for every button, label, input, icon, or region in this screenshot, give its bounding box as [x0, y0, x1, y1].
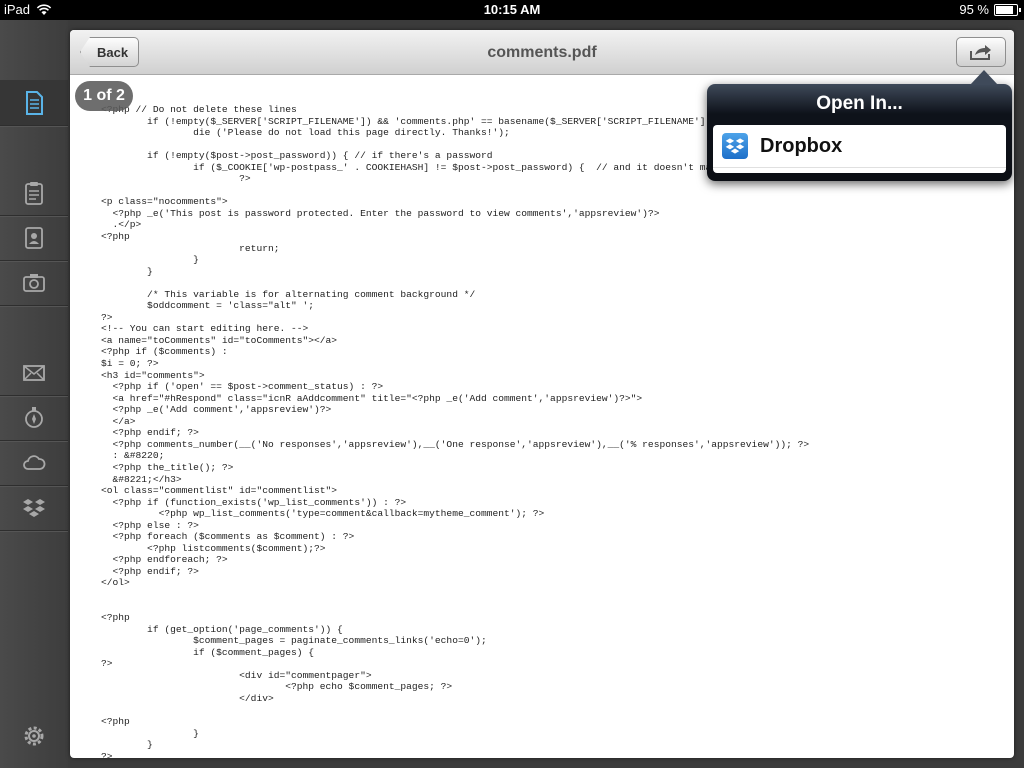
document-icon [26, 90, 43, 115]
code-line: $oddcomment = 'class="alt" '; [101, 300, 315, 312]
battery-fill [996, 5, 1014, 14]
page-indicator: 1 of 2 [75, 81, 133, 111]
popover-arrow [970, 70, 998, 85]
code-line: /* This variable is for alternating comm… [101, 288, 476, 300]
sidebar-item-cloud[interactable] [0, 440, 68, 486]
code-line: <?php _e('Add comment','appsreview')?> [101, 404, 332, 416]
dropbox-app-icon [722, 133, 748, 159]
code-line: <?php endif; ?> [101, 565, 199, 577]
settings-button[interactable] [0, 713, 68, 758]
code-line: } [101, 254, 199, 266]
compass-icon [25, 406, 43, 428]
sidebar-item-camera[interactable] [0, 260, 68, 306]
mail-icon [23, 364, 45, 381]
code-line: die ('Please do not load this page direc… [101, 127, 510, 139]
code-line: <?php else : ?> [101, 519, 199, 531]
code-line: <?php // Do not delete these lines [101, 104, 297, 115]
code-line: $i = 0; ?> [101, 358, 159, 370]
sidebar-item-document[interactable] [0, 80, 68, 126]
code-line: ?> [101, 658, 113, 670]
code-line: <?php comments_number(__('No responses',… [101, 438, 810, 450]
share-button[interactable] [956, 37, 1006, 67]
sidebar-item-mail[interactable] [0, 350, 68, 396]
battery-icon [994, 3, 1021, 16]
status-bar: iPad 10:15 AM 95 % [0, 0, 1024, 20]
code-line: if (!empty($_SERVER['SCRIPT_FILENAME']) … [101, 115, 718, 127]
dropbox-icon [23, 498, 45, 517]
document-content: <?php // Do not delete these lines if (!… [101, 104, 809, 758]
code-line: <?php endforeach; ?> [101, 554, 228, 566]
sidebar-item-dropbox[interactable] [0, 485, 68, 531]
code-line: } [101, 727, 199, 739]
code-line: .</p> [101, 219, 142, 231]
code-line: ?> [101, 173, 251, 185]
code-line: ?> [101, 750, 113, 758]
camera-icon [23, 273, 45, 292]
code-line: <p class="nocomments"> [101, 196, 228, 208]
sidebar-item-contacts[interactable] [0, 215, 68, 261]
code-line: </div> [101, 692, 274, 704]
sidebar-item-compass[interactable] [0, 395, 68, 441]
navigation-bar: Back comments.pdf [70, 30, 1014, 75]
code-line: <?php the_title(); ?> [101, 461, 234, 473]
code-line: if (!empty($post->post_password)) { // i… [101, 150, 493, 162]
status-time: 10:15 AM [483, 2, 541, 17]
code-line: <?php [101, 715, 130, 727]
code-line: <?php if (function_exists('wp_list_comme… [101, 496, 407, 508]
code-line: <?php wp_list_comments('type=comment&cal… [101, 508, 545, 520]
code-line: </a> [101, 415, 136, 427]
open-in-popover: Open In... Dropbox [707, 84, 1012, 181]
code-line: <?php [101, 231, 130, 243]
code-line: <?php echo $comment_pages; ?> [101, 681, 453, 693]
contacts-icon [25, 226, 43, 249]
cloud-icon [23, 454, 46, 470]
code-line: <?php foreach ($comments as $comment) : … [101, 531, 355, 543]
code-line: <h3 id="comments"> [101, 369, 205, 381]
code-line: <div id="commentpager"> [101, 669, 372, 681]
popover-item-label: Dropbox [760, 134, 843, 157]
code-line: <?php [101, 612, 130, 624]
code-line: $comment_pages = paginate_comments_links… [101, 635, 487, 647]
popover-list: Dropbox [713, 125, 1006, 173]
code-line: <?php listcomments($comment);?> [101, 542, 326, 554]
gear-icon [24, 726, 44, 745]
code-line: : &#8220; [101, 450, 165, 462]
code-line: if ($comment_pages) { [101, 646, 315, 658]
code-line: <ol class="commentlist" id="commentlist"… [101, 485, 338, 497]
code-line: <?php _e('This post is password protecte… [101, 207, 660, 219]
sidebar [0, 20, 68, 768]
open-in-dropbox-item[interactable]: Dropbox [713, 125, 1006, 168]
code-line: } [101, 739, 153, 751]
code-line: <!-- You can start editing here. --> [101, 323, 309, 335]
code-line: <a href="#hRespond" class="icnR aAddcomm… [101, 392, 643, 404]
code-line: if (get_option('page_comments')) { [101, 623, 343, 635]
code-line: ?> [101, 311, 113, 323]
code-line: } [101, 265, 153, 277]
code-line: <?php if ($comments) : [101, 346, 228, 358]
battery-percent: 95 % [959, 2, 989, 17]
sidebar-item-clipboard[interactable] [0, 170, 68, 216]
code-line: return; [101, 242, 280, 254]
code-line: <a name="toComments" id="toComments"></a… [101, 334, 338, 346]
clipboard-icon [25, 181, 43, 205]
page-title: comments.pdf [487, 44, 597, 61]
code-line: if ($_COOKIE['wp-postpass_' . COOKIEHASH… [101, 161, 792, 173]
dropbox-icon [725, 138, 745, 154]
popover-title: Open In... [816, 93, 903, 114]
code-line: <?php endif; ?> [101, 427, 199, 439]
code-line: </ol> [101, 577, 130, 589]
code-line: <?php if ('open' == $post->comment_statu… [101, 381, 384, 393]
code-line: &#8221;</h3> [101, 473, 182, 485]
share-icon [970, 45, 991, 60]
